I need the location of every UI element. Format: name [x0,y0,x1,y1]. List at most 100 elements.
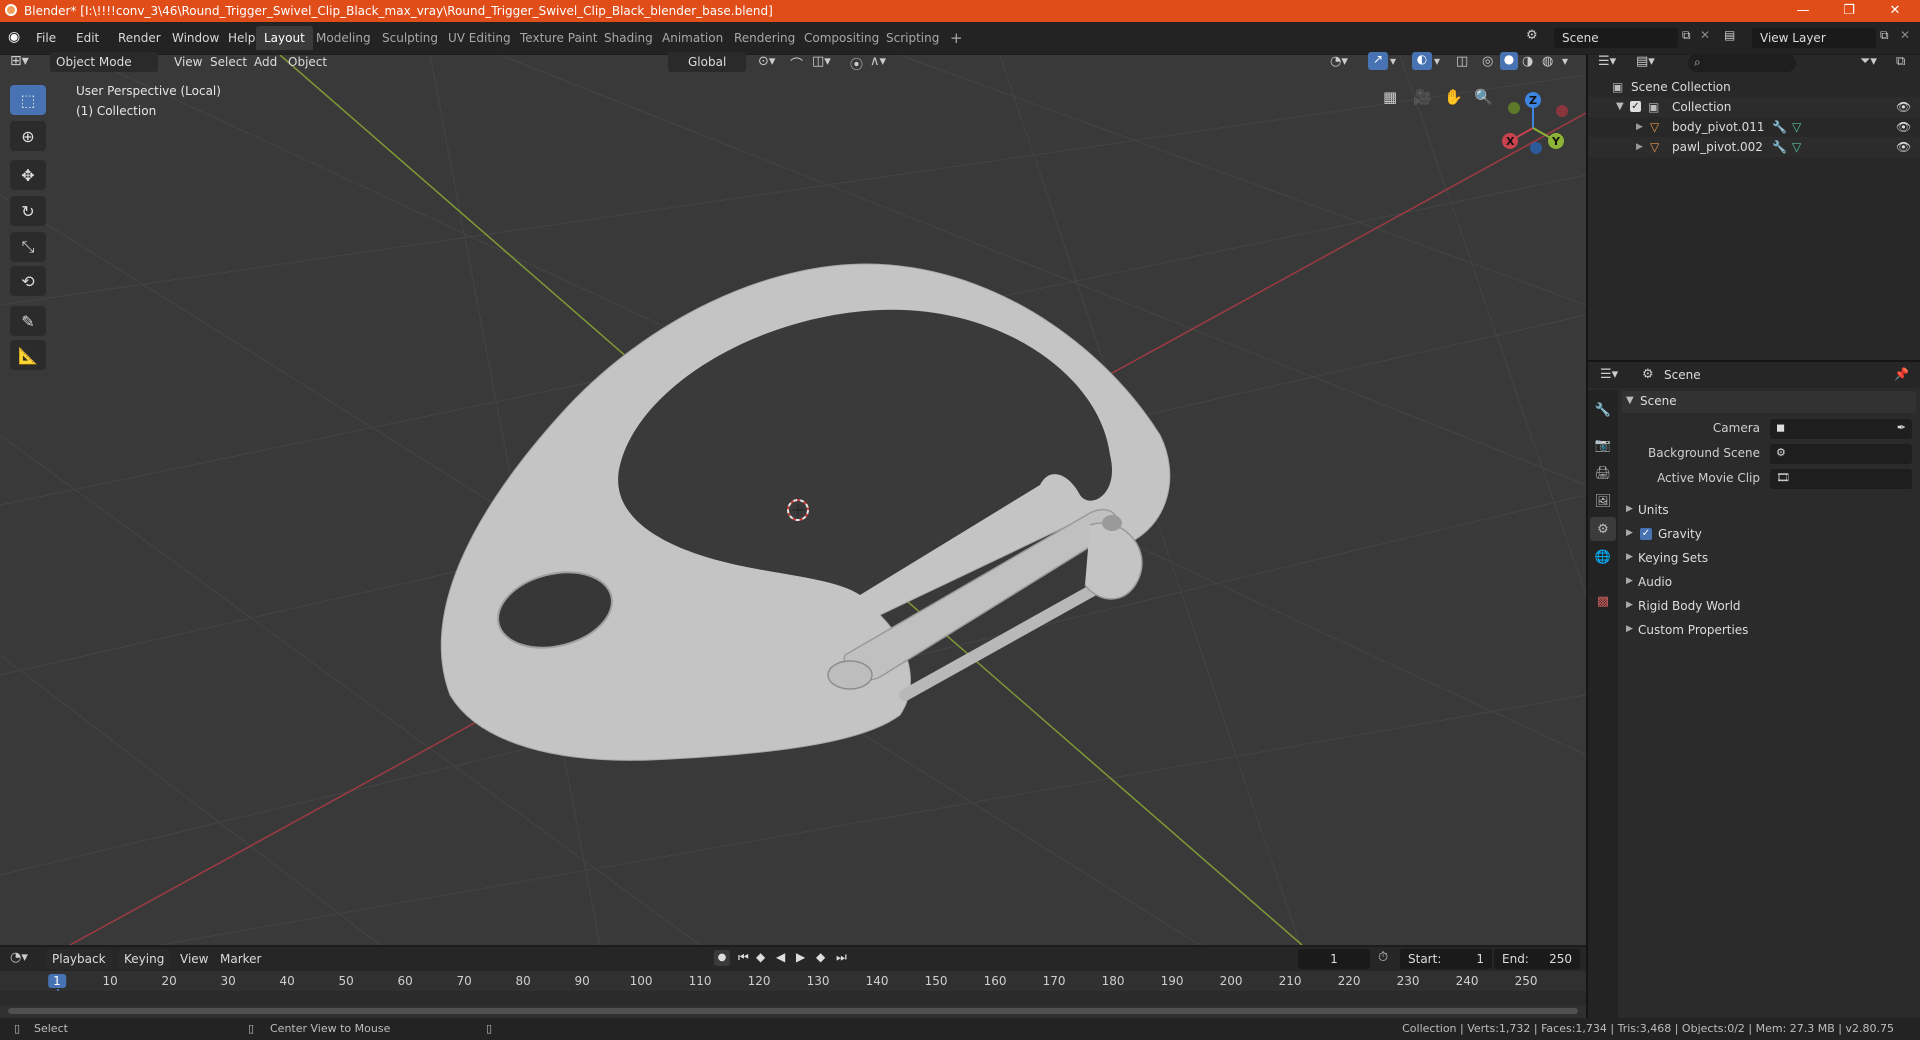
outliner-search-input[interactable] [1688,54,1796,72]
keying-menu[interactable]: Keying [118,949,171,969]
background-scene-field[interactable]: ⚙ [1770,444,1912,464]
subpanel-custom-properties[interactable]: ▶ Custom Properties [1622,620,1916,642]
play-reverse-icon[interactable]: ◀ [776,950,785,964]
frame-ruler[interactable]: 1 10 20 30 40 50 60 70 80 90 100 110 120 130 140 150 160… [0,971,1586,1005]
object-visibility-icon[interactable]: 👁 [1896,117,1911,137]
snap-target-icon[interactable]: ◫▾ [812,54,831,69]
gizmo-toggle-icon[interactable]: ↗ [1368,52,1388,70]
minimize-button[interactable]: — [1780,0,1826,22]
modifier-icon[interactable]: 🔧 [1772,137,1787,157]
xray-toggle-icon[interactable]: ◫ [1456,54,1468,69]
outliner-row-object[interactable]: ▶ ▽ pawl_pivot.002 🔧 ▽ 👁 [1588,137,1920,157]
zoom-view-icon[interactable]: 🔍 [1474,88,1493,106]
delete-scene-icon[interactable]: ✕ [1700,28,1710,42]
snap-icon[interactable]: ⌒ [790,54,803,73]
playback-menu[interactable]: Playback [46,949,112,969]
world-tab-icon[interactable]: 🌐 [1590,545,1616,569]
collection-visibility-icon[interactable]: 👁 [1896,97,1911,117]
current-frame-field[interactable]: 1 [1298,949,1370,969]
annotate-tool[interactable]: ✎ [10,306,46,336]
tab-layout[interactable]: Layout [256,26,313,50]
mesh-data-icon[interactable]: ▽ [1792,137,1801,157]
camera-field[interactable]: ◼ ✒ [1770,419,1912,439]
tab-sculpting[interactable]: Sculpting [374,26,446,50]
mesh-data-icon[interactable]: ▽ [1792,117,1801,137]
subpanel-audio[interactable]: ▶ Audio [1622,572,1916,594]
select-box-tool[interactable]: ⬚ [10,85,46,115]
cursor-tool[interactable]: ⊕ [10,121,46,151]
subpanel-units[interactable]: ▶ Units [1622,500,1916,522]
viewport-menu-select[interactable]: Select [204,52,253,72]
scene-panel-header[interactable]: ▼ Scene [1622,391,1916,413]
jump-to-keyframe-forward-icon[interactable]: ◆ [816,950,825,964]
record-icon[interactable]: ● [714,950,730,966]
tab-texture-paint[interactable]: Texture Paint [512,26,605,50]
modifier-icon[interactable]: 🔧 [1772,117,1787,137]
subpanel-keying-sets[interactable]: ▶ Keying Sets [1622,548,1916,570]
object-mode-dropdown[interactable]: Object Mode [50,52,158,72]
properties-editor-type-icon[interactable]: ☰▾ [1600,367,1618,382]
viewport-menu-view[interactable]: View [168,52,208,72]
viewport-menu-object[interactable]: Object [282,52,333,72]
view-layer-field[interactable]: View Layer [1752,28,1876,48]
outliner-display-mode-icon[interactable]: ▤▾ [1636,54,1655,69]
viewport-menu-add[interactable]: Add [248,52,283,72]
outliner-row-object[interactable]: ▶ ▽ body_pivot.011 🔧 ▽ 👁 [1588,117,1920,137]
shading-dropdown-icon[interactable]: ▾ [1562,54,1568,68]
timeline-channel-area[interactable] [0,991,1586,1005]
measure-tool[interactable]: 📐 [10,340,46,370]
rotate-tool[interactable]: ↻ [10,196,46,226]
outliner-row-collection[interactable]: ▼ ✓ ▣ Collection 👁 [1588,97,1920,117]
scene-tab-icon[interactable]: ⚙ [1590,517,1616,541]
end-frame-field[interactable]: End: 250 [1494,949,1580,969]
overlays-dropdown-icon[interactable]: ▾ [1434,54,1440,68]
tab-uv-editing[interactable]: UV Editing [440,26,519,50]
solid-shading-icon[interactable]: ● [1500,52,1518,70]
outliner-row-scene-collection[interactable]: ▣ Scene Collection [1588,77,1920,97]
material-shading-icon[interactable]: ◑ [1522,54,1533,69]
subpanel-rigid-body-world[interactable]: ▶ Rigid Body World [1622,596,1916,618]
eyedropper-icon[interactable]: ✒ [1897,421,1906,434]
rendered-shading-icon[interactable]: ◍ [1542,54,1553,69]
scene-field[interactable]: Scene [1554,28,1678,48]
view-layer-tab-icon[interactable]: 🖼 [1590,489,1616,513]
outliner-editor-type-icon[interactable]: ☰▾ [1598,54,1616,69]
pan-view-icon[interactable]: ✋ [1444,88,1463,106]
expand-arrow-icon[interactable]: ▶ [1636,137,1643,157]
jump-to-keyframe-back-icon[interactable]: ◆ [756,950,765,964]
wireframe-shading-icon[interactable]: ◎ [1482,54,1493,69]
tab-compositing[interactable]: Compositing [796,26,887,50]
output-tab-icon[interactable]: 🖨 [1590,461,1616,485]
delete-view-layer-icon[interactable]: ✕ [1900,28,1910,42]
object-visibility-icon[interactable]: 👁 [1896,137,1911,157]
gizmo-dropdown-icon[interactable]: ▾ [1390,54,1396,68]
toggle-perspective-icon[interactable]: ▦ [1383,88,1397,106]
transform-tool[interactable]: ⟲ [10,266,46,296]
visibility-icon[interactable]: ◔▾ [1330,54,1348,69]
collection-checkbox-icon[interactable]: ✓ [1630,101,1641,112]
tab-rendering[interactable]: Rendering [726,26,803,50]
preview-range-icon[interactable]: ⏱ [1378,950,1388,965]
texture-tab-icon[interactable]: ▩ [1590,589,1616,613]
pin-icon[interactable]: 📌 [1894,367,1909,381]
editor-type-icon[interactable]: ⊞▾ [10,53,29,69]
transform-orientation-dropdown[interactable]: Global [668,52,746,72]
active-movie-clip-field[interactable]: 🎞 [1770,469,1912,489]
marker-menu[interactable]: Marker [214,949,267,969]
pivot-point-icon[interactable]: ⊙▾ [758,54,775,69]
menu-file[interactable]: File [30,28,62,48]
tab-animation[interactable]: Animation [654,26,731,50]
camera-view-icon[interactable]: 🎥 [1413,88,1432,106]
tab-shading[interactable]: Shading [596,26,661,50]
blender-menu-icon[interactable]: ◉ [8,29,26,45]
add-workspace-button[interactable]: + [942,26,971,50]
render-tab-icon[interactable]: 📷 [1590,433,1616,457]
3d-viewport[interactable]: Z X Y [0,55,1586,945]
new-collection-icon[interactable]: ⧉ [1896,54,1905,69]
menu-render[interactable]: Render [112,28,167,48]
jump-to-start-icon[interactable]: ⏮ [738,950,749,965]
scene-browse-icon[interactable]: ⚙ [1526,28,1538,43]
timeline-scrollbar[interactable] [8,1008,1578,1014]
timeline-editor-type-icon[interactable]: ◔▾ [10,950,28,965]
tool-tab-icon[interactable]: 🔧 [1590,398,1616,422]
